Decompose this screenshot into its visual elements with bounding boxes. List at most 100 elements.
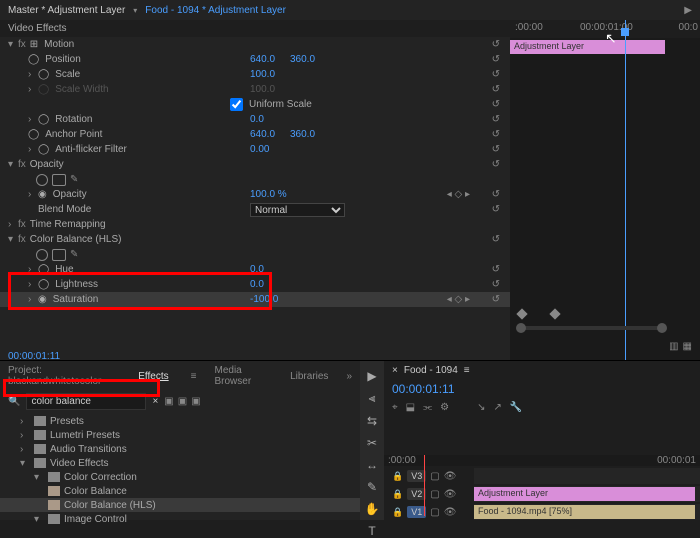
stopwatch-icon[interactable]: ◯ xyxy=(38,264,49,275)
razor-tool[interactable]: ✂ xyxy=(367,436,377,450)
tab-libraries[interactable]: Libraries xyxy=(290,371,328,382)
flicker-value[interactable]: 0.00 xyxy=(250,144,269,155)
reset-icon[interactable]: ↺ xyxy=(492,294,500,305)
reset-icon[interactable]: ↺ xyxy=(492,144,500,155)
fx-badge[interactable]: fx xyxy=(18,219,26,230)
tab-clip[interactable]: Food - 1094 * Adjustment Layer xyxy=(145,5,286,16)
reset-icon[interactable]: ↺ xyxy=(492,69,500,80)
tab-effects[interactable]: Effects xyxy=(138,371,168,382)
settings-icon[interactable]: ⚙ xyxy=(440,402,449,413)
sequence-ruler[interactable]: :00:00 00:00:01 xyxy=(384,455,700,466)
playhead[interactable] xyxy=(424,455,425,516)
tree-item[interactable]: ▾Image Control xyxy=(0,512,360,526)
clear-search-icon[interactable]: × xyxy=(152,396,158,407)
reset-icon[interactable]: ↺ xyxy=(492,204,500,215)
clip-adjustment-layer[interactable]: Adjustment Layer xyxy=(474,487,695,501)
saturation-value[interactable]: -100.0 xyxy=(250,294,278,305)
reset-icon[interactable]: ↺ xyxy=(492,234,500,245)
effects-search-input[interactable] xyxy=(26,393,146,410)
play-icon[interactable]: ▶ xyxy=(684,5,692,16)
reset-icon[interactable]: ↺ xyxy=(492,84,500,95)
pen-mask-icon[interactable]: ✎ xyxy=(70,249,78,260)
keyframe-diamond[interactable] xyxy=(516,308,527,319)
stopwatch-icon[interactable]: ◯ xyxy=(28,129,39,140)
settings-icon[interactable]: ▦ xyxy=(683,341,692,352)
tree-item[interactable]: Color Balance (HLS) xyxy=(0,498,360,512)
tree-item[interactable]: ›Presets xyxy=(0,414,360,428)
stopwatch-icon[interactable]: ◯ xyxy=(38,69,49,80)
reset-icon[interactable]: ↺ xyxy=(492,129,500,140)
anchor-y[interactable]: 360.0 xyxy=(290,129,315,140)
eye-icon[interactable]: 👁 xyxy=(444,471,457,482)
link-icon[interactable]: ⫘ xyxy=(423,402,432,413)
effect-timeline[interactable]: :00:00 00:00:01:00 00:0 Adjustment Layer… xyxy=(510,20,700,360)
pen-tool[interactable]: ✎ xyxy=(367,480,377,494)
zoom-icon[interactable]: ▥ xyxy=(669,341,678,352)
rect-mask-icon[interactable] xyxy=(52,249,66,261)
reset-icon[interactable]: ↺ xyxy=(492,114,500,125)
reset-icon[interactable]: ↺ xyxy=(492,54,500,65)
transform-icon[interactable]: ⊞ xyxy=(30,39,38,50)
position-y[interactable]: 360.0 xyxy=(290,54,315,65)
chevron-right-icon[interactable]: › xyxy=(28,264,38,275)
mute-icon[interactable]: ▢ xyxy=(430,471,439,482)
ellipse-mask-icon[interactable] xyxy=(36,174,48,186)
tree-item[interactable]: ▾Color Correction xyxy=(0,470,360,484)
clip-bar[interactable]: Adjustment Layer xyxy=(510,40,665,54)
mute-icon[interactable]: ▢ xyxy=(430,507,439,518)
pen-mask-icon[interactable]: ✎ xyxy=(70,174,78,185)
opacity-value[interactable]: 100.0 % xyxy=(250,189,287,200)
anchor-x[interactable]: 640.0 xyxy=(250,129,275,140)
more-tabs-icon[interactable]: » xyxy=(346,371,352,382)
timeline-scrollbar[interactable] xyxy=(518,326,665,330)
lightness-value[interactable]: 0.0 xyxy=(250,279,264,290)
sequence-timecode[interactable]: 00:00:01:11 xyxy=(384,380,700,398)
stopwatch-icon[interactable]: ◉ xyxy=(38,294,47,305)
tree-item[interactable]: Color Balance xyxy=(0,484,360,498)
preset-icon[interactable]: ▣ xyxy=(178,396,187,407)
overwrite-icon[interactable]: ↗ xyxy=(493,402,501,413)
playhead[interactable] xyxy=(625,20,626,360)
keyframe-nav[interactable]: ◂ ◇ ▸ xyxy=(447,189,470,200)
stopwatch-icon[interactable]: ◯ xyxy=(28,54,39,65)
scale-value[interactable]: 100.0 xyxy=(250,69,275,80)
uniform-scale-checkbox[interactable] xyxy=(230,98,243,111)
chevron-down-icon[interactable]: ▾ xyxy=(133,6,137,15)
close-icon[interactable]: × xyxy=(392,365,398,376)
eye-icon[interactable]: 👁 xyxy=(444,507,457,518)
reset-icon[interactable]: ↺ xyxy=(492,279,500,290)
track-body[interactable]: Food - 1094.mp4 [75%] xyxy=(474,504,700,520)
ellipse-mask-icon[interactable] xyxy=(36,249,48,261)
panel-menu-icon[interactable]: ≡ xyxy=(464,365,470,376)
keyframe-diamond[interactable] xyxy=(549,308,560,319)
rect-mask-icon[interactable] xyxy=(52,174,66,186)
blend-mode-select[interactable]: Normal xyxy=(250,203,345,217)
preset-icon[interactable]: ▣ xyxy=(164,396,173,407)
fx-badge[interactable]: fx xyxy=(18,234,26,245)
track-select-tool[interactable]: ⫷ xyxy=(369,391,376,406)
eye-icon[interactable]: 👁 xyxy=(444,489,457,500)
tree-item[interactable]: ›Lumetri Presets xyxy=(0,428,360,442)
snap-icon[interactable]: ⌖ xyxy=(392,402,398,413)
insert-icon[interactable]: ↘ xyxy=(477,402,485,413)
chevron-right-icon[interactable]: › xyxy=(28,114,38,125)
sequence-title[interactable]: Food - 1094 xyxy=(404,365,458,376)
clip-food-video[interactable]: Food - 1094.mp4 [75%] xyxy=(474,505,695,519)
stopwatch-icon[interactable]: ◉ xyxy=(38,189,47,200)
tree-item[interactable]: ▾Video Effects xyxy=(0,456,360,470)
hand-tool[interactable]: ✋ xyxy=(365,502,380,516)
tree-item[interactable]: ›Audio Transitions xyxy=(0,442,360,456)
chevron-right-icon[interactable]: › xyxy=(28,279,38,290)
selection-tool[interactable]: ▶ xyxy=(367,369,376,383)
reset-icon[interactable]: ↺ xyxy=(492,99,500,110)
track-body[interactable]: Adjustment Layer xyxy=(474,486,700,502)
timecode[interactable]: 00:00:01:11 xyxy=(0,347,510,360)
panel-menu-icon[interactable]: ≡ xyxy=(191,371,197,382)
ripple-tool[interactable]: ⇆ xyxy=(367,414,377,428)
reset-icon[interactable]: ↺ xyxy=(492,189,500,200)
tab-master[interactable]: Master * Adjustment Layer xyxy=(8,5,125,16)
track-body[interactable] xyxy=(474,468,700,484)
tab-project[interactable]: Project: blackandwhitetocolor xyxy=(8,365,120,387)
mute-icon[interactable]: ▢ xyxy=(430,489,439,500)
tab-media-browser[interactable]: Media Browser xyxy=(215,365,273,387)
